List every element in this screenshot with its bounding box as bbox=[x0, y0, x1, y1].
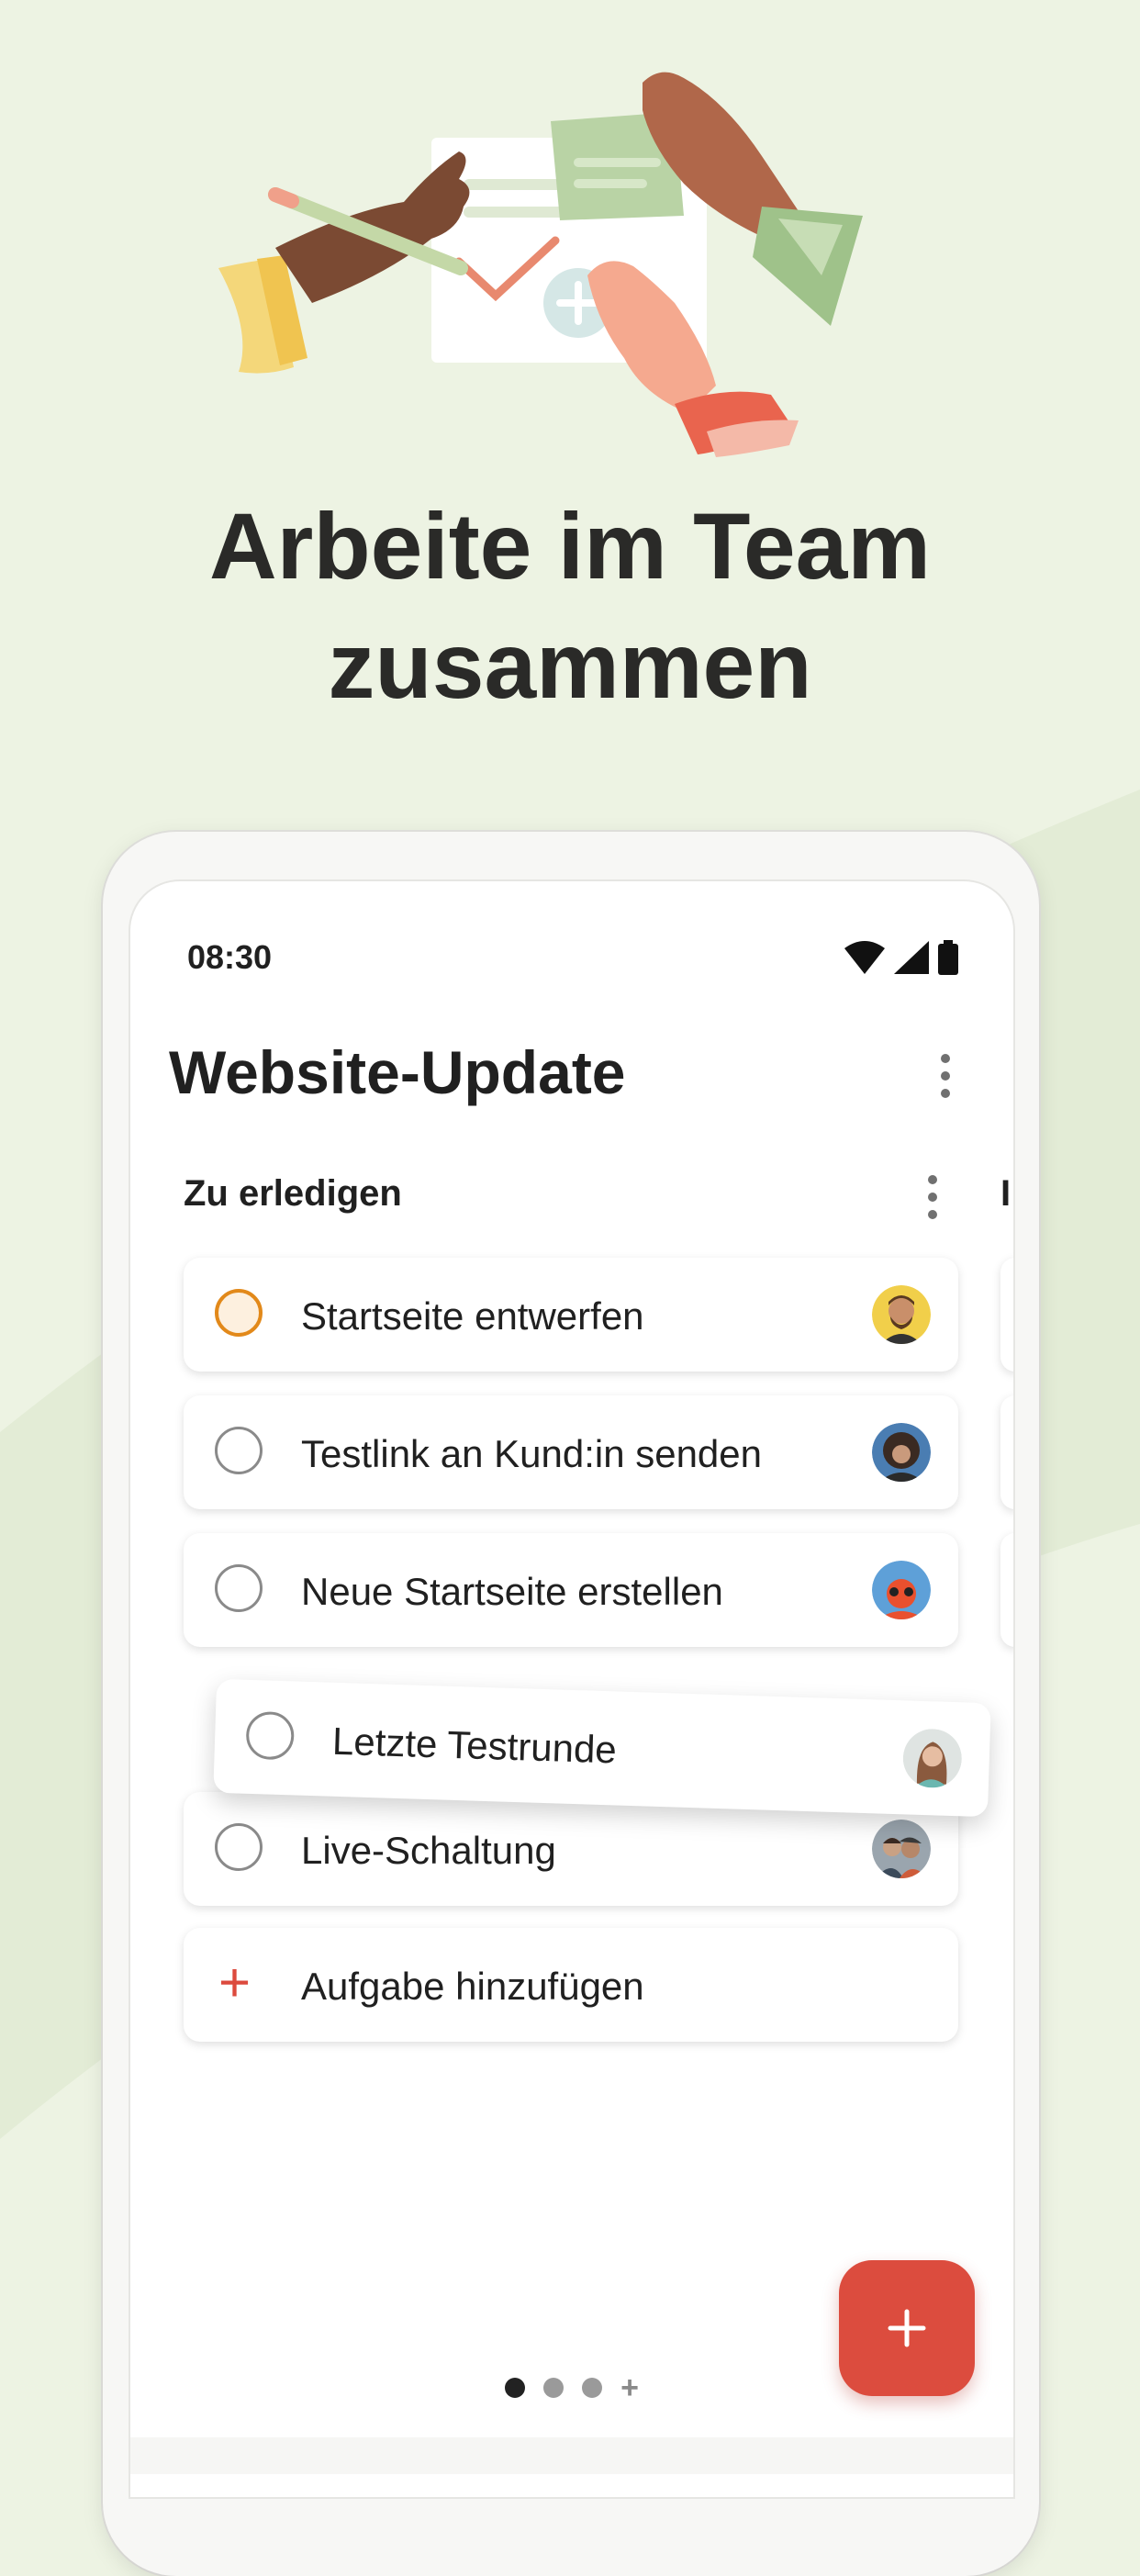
task-checkbox[interactable] bbox=[245, 1710, 296, 1761]
task-card[interactable]: Neue Startseite erstellen bbox=[184, 1533, 958, 1647]
plus-icon: + bbox=[218, 1952, 251, 2013]
task-label: Startseite entwerfen bbox=[301, 1294, 644, 1338]
task-checkbox[interactable] bbox=[215, 1823, 263, 1871]
add-page-plus-icon[interactable]: + bbox=[620, 2372, 639, 2403]
status-icons bbox=[844, 940, 958, 975]
headline-line-2: zusammen bbox=[328, 613, 812, 718]
task-checkbox[interactable] bbox=[215, 1427, 263, 1474]
page-indicator[interactable]: + bbox=[130, 2372, 1013, 2403]
project-title: Website-Update bbox=[169, 1038, 626, 1106]
add-task-button[interactable]: + Aufgabe hinzufügen bbox=[184, 1928, 958, 2042]
bottom-nav-strip bbox=[130, 2437, 1013, 2474]
section-more-menu-icon[interactable] bbox=[914, 1175, 951, 1219]
team-hands-illustration bbox=[218, 72, 863, 457]
task-label: Neue Startseite erstellen bbox=[301, 1570, 723, 1613]
avatar-woman-long-hair[interactable] bbox=[902, 1728, 963, 1788]
task-label: Live-Schaltung bbox=[301, 1829, 556, 1872]
battery-icon bbox=[938, 940, 958, 975]
page-dot[interactable] bbox=[543, 2378, 564, 2398]
next-column-title: I bbox=[1000, 1173, 1011, 1214]
section-title: Zu erledigen bbox=[184, 1173, 402, 1214]
page-dot[interactable] bbox=[582, 2378, 603, 2398]
avatar-person-curly-hair[interactable] bbox=[872, 1423, 931, 1482]
plus-icon bbox=[888, 2309, 926, 2347]
task-checkbox-priority[interactable] bbox=[215, 1289, 263, 1337]
avatar-man-beard[interactable] bbox=[872, 1285, 931, 1344]
task-card[interactable]: Startseite entwerfen bbox=[184, 1258, 958, 1372]
phone-screen: 08:30 Website-Update Zu erledigen I Star… bbox=[130, 881, 1013, 2497]
next-column-card-edge bbox=[1000, 1258, 1013, 1372]
avatar-person-red[interactable] bbox=[872, 1561, 931, 1619]
headline-line-1: Arbeite im Team bbox=[208, 494, 932, 599]
headline: Arbeite im Team zusammen bbox=[0, 487, 1140, 725]
status-time: 08:30 bbox=[187, 938, 273, 976]
signal-icon bbox=[894, 941, 929, 974]
project-more-menu-icon[interactable] bbox=[927, 1054, 964, 1098]
avatar-two-people[interactable] bbox=[872, 1820, 931, 1878]
task-card-dragging[interactable]: Letzte Testrunde bbox=[213, 1678, 991, 1818]
add-fab-button[interactable] bbox=[839, 2260, 975, 2396]
task-card[interactable]: Testlink an Kund:in senden bbox=[184, 1395, 958, 1509]
wifi-icon bbox=[844, 941, 885, 974]
next-column-card-edge bbox=[1000, 1533, 1013, 1647]
next-column-card-edge bbox=[1000, 1395, 1013, 1509]
task-checkbox[interactable] bbox=[215, 1564, 263, 1612]
task-label: Testlink an Kund:in senden bbox=[301, 1432, 763, 1475]
add-task-label: Aufgabe hinzufügen bbox=[301, 1965, 644, 2008]
page-dot-active[interactable] bbox=[505, 2378, 526, 2398]
task-label: Letzte Testrunde bbox=[331, 1719, 618, 1772]
